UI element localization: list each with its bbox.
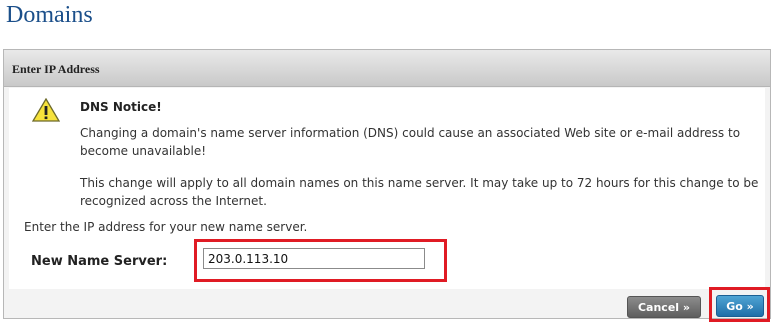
go-button[interactable]: Go »: [716, 295, 764, 317]
page-title: Domains: [6, 2, 93, 28]
dns-notice-text: Changing a domain's name server informat…: [80, 126, 741, 158]
panel-header: Enter IP Address: [4, 50, 770, 87]
panel-header-title: Enter IP Address: [12, 62, 100, 76]
dns-propagation-text: This change will apply to all domain nam…: [80, 176, 759, 208]
warning-icon: [32, 98, 60, 122]
dns-notice-title: DNS Notice!: [80, 100, 162, 114]
new-name-server-label: New Name Server:: [31, 254, 168, 269]
form-instruction: Enter the IP address for your new name s…: [24, 220, 308, 234]
new-name-server-input[interactable]: [203, 248, 425, 269]
cancel-button[interactable]: Cancel »: [627, 296, 701, 318]
